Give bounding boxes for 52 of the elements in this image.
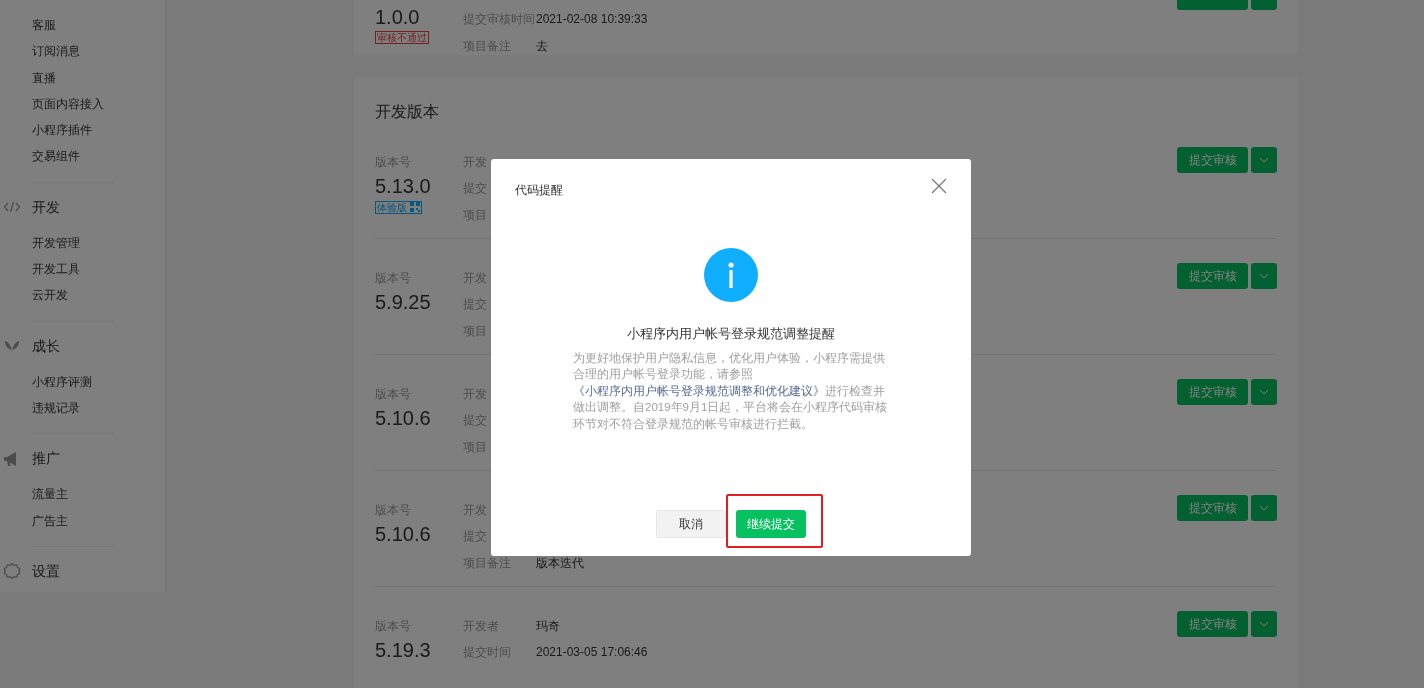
field-value: 玛奇 — [536, 617, 560, 635]
version-number: 5.10.6 — [375, 405, 431, 431]
close-button[interactable] — [931, 177, 949, 195]
guideline-link[interactable]: 《小程序内用户帐号登录规范调整和优化建议》 — [573, 384, 825, 397]
status-label: 审核不通过 — [375, 31, 429, 44]
version-number: 5.13.0 — [375, 173, 431, 199]
sidebar-item[interactable]: 小程序插件 — [32, 117, 132, 144]
sidebar-item[interactable]: 页面内容接入 — [32, 90, 132, 118]
sidebar-item[interactable]: 开发工具 — [32, 256, 132, 283]
dropdown-button[interactable] — [1251, 378, 1277, 405]
chevron-down-icon — [1259, 156, 1269, 163]
field-value: 2021-02-08 10:39:33 — [536, 11, 648, 28]
version-number: 1.0.0 — [375, 5, 420, 29]
dropdown-button[interactable] — [1251, 610, 1277, 637]
sidebar-section-title[interactable]: 开发 — [32, 196, 92, 218]
qr-code-icon[interactable] — [410, 202, 420, 212]
field-value: 版本迭代 — [536, 554, 584, 572]
continue-submit-button[interactable]: 继续提交 — [736, 510, 806, 538]
close-icon — [931, 178, 947, 194]
version-number: 5.19.3 — [375, 637, 431, 663]
field-value: 去 — [536, 37, 548, 55]
sidebar-section-title[interactable]: 设置 — [32, 560, 92, 582]
dropdown-button[interactable] — [1251, 494, 1277, 521]
dropdown-button[interactable] — [1251, 146, 1277, 173]
sidebar-item[interactable]: 交易组件 — [32, 143, 132, 170]
sidebar-item[interactable]: 广告主 — [32, 507, 132, 534]
chevron-down-icon — [1259, 388, 1269, 395]
sidebar-item[interactable]: 客服 — [32, 12, 132, 39]
chevron-down-icon — [1259, 504, 1269, 511]
sidebar-item[interactable]: 流量主 — [32, 481, 132, 508]
sidebar-item[interactable]: 小程序评测 — [32, 368, 132, 395]
sidebar-section-title[interactable]: 推广 — [32, 448, 92, 470]
version-number: 5.10.6 — [375, 521, 431, 547]
chevron-down-icon — [1259, 272, 1269, 279]
version-number: 5.9.25 — [375, 289, 431, 315]
settings-icon — [3, 562, 21, 581]
chevron-down-icon — [1259, 620, 1269, 627]
sidebar-section-title[interactable]: 成长 — [32, 335, 92, 357]
info-icon — [704, 248, 758, 302]
sidebar-item[interactable]: 订阅消息 — [32, 38, 132, 65]
dialog-title: 代码提醒 — [515, 182, 563, 199]
sidebar-item[interactable]: 违规记录 — [32, 394, 132, 422]
section-title: 开发版本 — [375, 101, 440, 122]
field-value: 2021-03-05 17:06:46 — [536, 644, 648, 661]
status-label: 体验版 — [377, 201, 407, 213]
dialog-message: 为更好地保护用户隐私信息，优化用户体验，小程序需提供合理的用户帐号登录功能，请参照 《小程序内用户帐号登录规范调整和优化建议》进行检查并做出调整。自2019年9月1日起，平台将会在小程序代码审核环节对不符合登录规范的帐号审核进行拦截。 — [573, 350, 889, 432]
dropdown-button[interactable] — [1251, 262, 1277, 289]
cancel-button[interactable]: 取消 — [656, 510, 726, 538]
dialog-heading: 小程序内用户帐号登录规范调整提醒 — [627, 325, 835, 343]
sidebar-item[interactable]: 直播 — [32, 64, 132, 91]
sidebar-item[interactable]: 开发管理 — [32, 229, 132, 257]
sidebar-item[interactable]: 云开发 — [32, 282, 132, 309]
